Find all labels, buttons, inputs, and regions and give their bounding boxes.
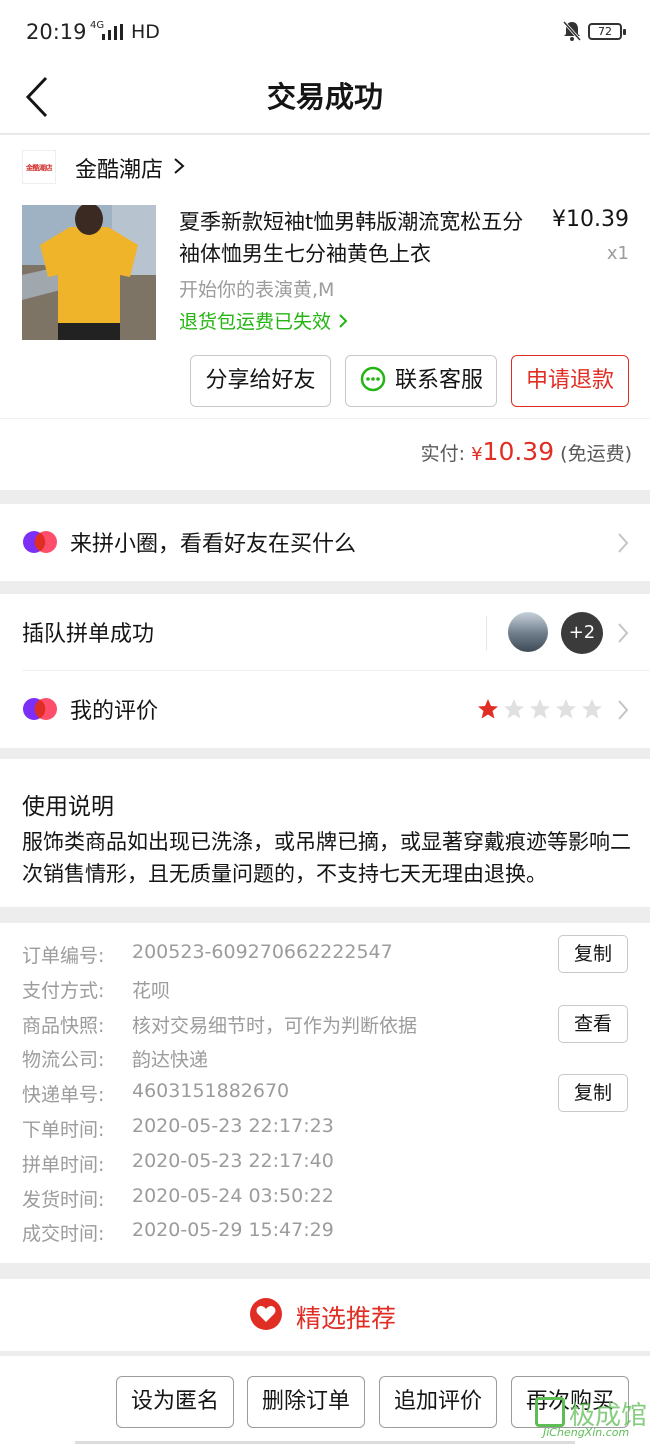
shop-name[interactable]: 金酷潮店	[75, 152, 163, 184]
recommend-header: 精选推荐	[0, 1279, 650, 1351]
info-key: 发货时间:	[22, 1189, 105, 1211]
heart-icon	[250, 1298, 282, 1330]
pin-circle-label: 来拼小圈，看看好友在买什么	[70, 532, 357, 557]
order-info-card: 订单编号: 200523-609270662222547 复制 支付方式: 花呗…	[0, 923, 650, 1263]
info-key: 拼单时间:	[22, 1154, 105, 1176]
info-key: 支付方式:	[22, 980, 105, 1002]
order-number: 200523-609270662222547	[132, 941, 393, 963]
payment-method: 花呗	[132, 980, 171, 1002]
product-image[interactable]	[22, 205, 156, 340]
info-key: 订单编号:	[22, 945, 105, 967]
shop-logo-text: 金酷潮店	[26, 164, 53, 172]
share-button[interactable]: 分享给好友	[190, 355, 331, 407]
watermark-site: JiChengXin.com	[543, 1426, 630, 1439]
hd-indicator: HD	[131, 21, 160, 43]
avatar	[508, 612, 548, 652]
usage-text: 服饰类商品如出现已洗涤，或吊牌已摘，或显著穿戴痕迹等影响二次销售情形，且无质量问…	[22, 830, 631, 886]
status-time: 20:19	[26, 20, 87, 44]
battery-icon: 72	[588, 23, 626, 40]
group-review-card: 插队拼单成功 +2 我的评价	[0, 594, 650, 748]
star-empty-icon	[504, 699, 524, 719]
star-empty-icon	[530, 699, 550, 719]
info-key: 商品快照:	[22, 1015, 105, 1037]
info-key: 下单时间:	[22, 1119, 105, 1141]
shop-logo[interactable]: 金酷潮店	[22, 150, 56, 184]
info-key: 成交时间:	[22, 1223, 105, 1245]
rating-stars	[477, 698, 607, 720]
payment-amount: 10.39	[482, 437, 555, 466]
nav-bar: 交易成功	[0, 64, 650, 134]
snapshot-note: 核对交易细节时，可作为判断依据	[132, 1015, 418, 1037]
chevron-right-icon	[618, 533, 629, 553]
copy-tracking-button[interactable]: 复制	[558, 1074, 628, 1112]
chevron-right-icon	[618, 700, 629, 720]
product-quantity: x1	[606, 243, 629, 264]
my-review-label: 我的评价	[70, 699, 159, 724]
anonymous-button[interactable]: 设为匿名	[116, 1376, 234, 1428]
copy-order-number-button[interactable]: 复制	[558, 935, 628, 973]
signal-icon	[102, 24, 123, 40]
chevron-right-icon[interactable]	[172, 155, 186, 177]
order-card: 金酷潮店 金酷潮店 夏季新款短袖t恤男韩版潮流宽松五分袖体恤男生七分袖黄色上衣 …	[0, 135, 650, 490]
mute-bell-icon	[562, 21, 582, 41]
return-note-label: 退货包运费已失效	[179, 311, 332, 333]
chevron-right-icon	[618, 623, 629, 643]
payment-label: 实付:	[420, 443, 466, 465]
logistics-company: 韵达快递	[132, 1049, 209, 1071]
tracking-number: 4603151882670	[132, 1080, 290, 1102]
divider	[0, 418, 650, 419]
star-empty-icon	[582, 699, 602, 719]
contact-service-label: 联系客服	[394, 368, 483, 393]
order-time: 2020-05-23 22:17:23	[132, 1115, 334, 1137]
payment-summary: 实付: ¥10.39 (免运费)	[421, 437, 632, 466]
chevron-right-icon	[339, 314, 348, 328]
product-sku: 开始你的表演黄,M	[179, 279, 335, 301]
star-empty-icon	[556, 699, 576, 719]
chat-bubble-icon	[360, 366, 386, 392]
usage-title: 使用说明	[22, 794, 114, 820]
group-time: 2020-05-23 22:17:40	[132, 1150, 334, 1172]
refund-button[interactable]: 申请退款	[511, 355, 629, 407]
pin-circle-row[interactable]: 来拼小圈，看看好友在买什么	[0, 504, 650, 581]
shipping-note: (免运费)	[560, 443, 632, 465]
divider	[486, 616, 487, 650]
product-title[interactable]: 夏季新款短袖t恤男韩版潮流宽松五分袖体恤男生七分袖黄色上衣	[179, 206, 534, 270]
pin-circle-icon	[23, 531, 57, 553]
usage-notes-card: 使用说明 服饰类商品如出现已洗涤，或吊牌已摘，或显著穿戴痕迹等影响二次销售情形，…	[0, 759, 650, 907]
watermark: 极成馆 JiChengXin.com	[535, 1395, 650, 1440]
ship-time: 2020-05-24 03:50:22	[132, 1185, 334, 1207]
product-price: ¥10.39	[552, 207, 629, 232]
add-review-button[interactable]: 追加评价	[379, 1376, 497, 1428]
more-members-badge: +2	[561, 612, 603, 654]
recommend-label: 精选推荐	[296, 1304, 397, 1333]
delete-order-button[interactable]: 删除订单	[247, 1376, 365, 1428]
group-success-label: 插队拼单成功	[22, 622, 155, 647]
my-review-row[interactable]: 我的评价	[0, 671, 650, 748]
info-key: 快递单号:	[22, 1084, 105, 1106]
view-snapshot-button[interactable]: 查看	[558, 1005, 628, 1043]
status-bar: 20:19 4G HD 72	[0, 0, 650, 64]
payment-currency: ¥	[471, 444, 483, 465]
page-title: 交易成功	[266, 80, 383, 114]
watermark-logo-icon	[535, 1397, 565, 1427]
group-success-row[interactable]: 插队拼单成功 +2	[0, 594, 650, 671]
contact-service-button[interactable]: 联系客服	[345, 355, 497, 407]
deal-time: 2020-05-29 15:47:29	[132, 1219, 334, 1241]
info-key: 物流公司:	[22, 1049, 105, 1071]
review-icon	[23, 698, 57, 720]
star-filled-icon	[478, 699, 498, 719]
return-shipping-note[interactable]: 退货包运费已失效	[179, 307, 349, 334]
